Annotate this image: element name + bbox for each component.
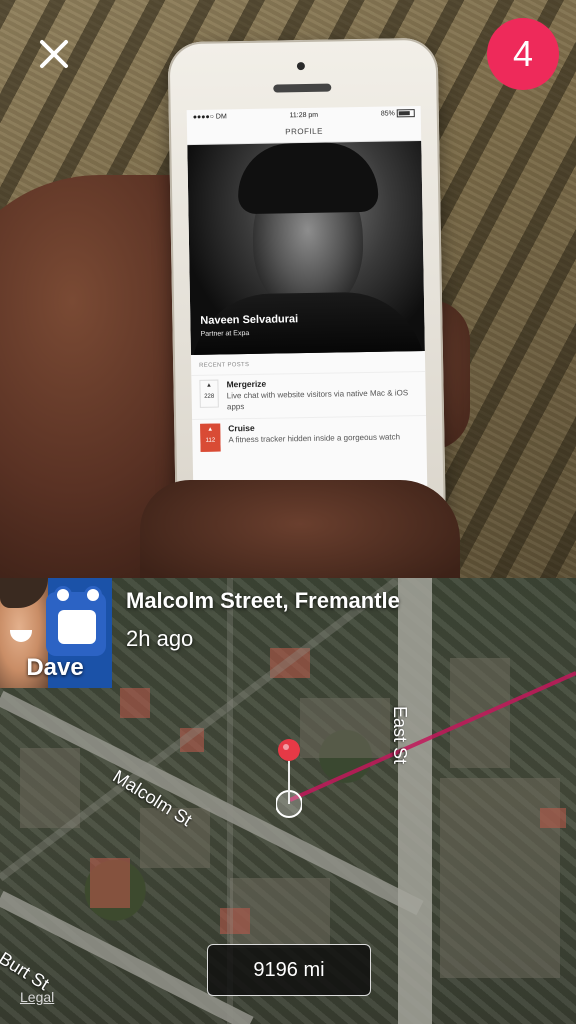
- close-icon: [40, 40, 68, 68]
- battery: 85%: [381, 109, 415, 118]
- post-desc: Live chat with website visitors via nati…: [226, 388, 409, 412]
- phone-screen: ●●●●○ DM 11:28 pm 85% PROFILE Naveen Sel…: [186, 105, 428, 491]
- avatar-name: Dave: [26, 654, 84, 681]
- profile-portrait: Naveen Selvadurai Partner at Expa: [187, 140, 425, 356]
- battery-icon: [396, 109, 415, 118]
- speaker: [273, 83, 332, 93]
- avatar-hair: [0, 578, 48, 608]
- camera-dot: [296, 62, 305, 71]
- vote-count: 112: [205, 437, 216, 444]
- post-text: Mergerize Live chat with website visitor…: [226, 376, 417, 412]
- snap-count-badge[interactable]: 4: [487, 18, 559, 90]
- location-pin-icon[interactable]: [276, 738, 302, 822]
- monster-eye: [84, 586, 102, 604]
- fingers: [140, 480, 460, 578]
- hair: [237, 141, 379, 215]
- vote-count: 228: [204, 393, 215, 400]
- avatar-smile: [10, 630, 32, 642]
- street-label: East St: [390, 706, 410, 765]
- distance-button[interactable]: 9196 mi: [207, 944, 371, 996]
- friend-avatar[interactable]: Dave: [0, 578, 112, 688]
- post-desc: A fitness tracker hidden inside a gorgeo…: [228, 432, 401, 445]
- vote-box: ▲ 228: [199, 379, 219, 408]
- profile-name: Naveen Selvadurai: [200, 313, 299, 327]
- post-item: ▲ 228 Mergerize Live chat with website vi…: [191, 370, 427, 420]
- snap-photo: ●●●●○ DM 11:28 pm 85% PROFILE Naveen Sel…: [0, 0, 576, 578]
- battery-percent: 85%: [380, 110, 395, 118]
- legal-link[interactable]: Legal: [20, 989, 54, 1005]
- vote-box: ▲ 112: [200, 423, 221, 452]
- close-button[interactable]: [30, 30, 78, 78]
- post-text: Cruise A fitness tracker hidden inside a…: [228, 420, 400, 451]
- carrier: ●●●●○ DM: [192, 112, 227, 121]
- time-ago: 2h ago: [126, 626, 194, 651]
- monster-icon: [46, 586, 106, 656]
- post-item: ▲ 112 Cruise A fitness tracker hidden ins…: [192, 414, 427, 459]
- monster-eye: [54, 586, 72, 604]
- profile-role: Partner at Expa: [200, 330, 250, 338]
- location-title: Malcolm Street, Fremantle: [126, 588, 400, 613]
- clock: 11:28 pm: [289, 111, 319, 119]
